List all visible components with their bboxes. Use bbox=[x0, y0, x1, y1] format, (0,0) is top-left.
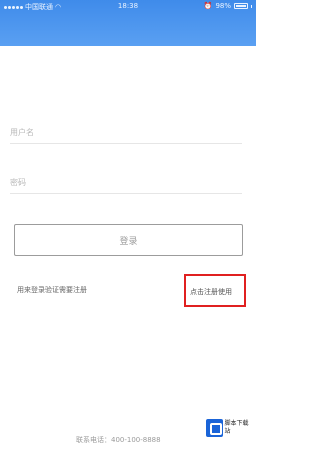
battery-icon bbox=[234, 3, 248, 9]
top-header-bar: 中国联通 ◠ 18:38 ⏰ 98% bbox=[0, 0, 256, 46]
status-bar: 中国联通 ◠ 18:38 ⏰ 98% bbox=[0, 0, 256, 14]
status-right: ⏰ 98% bbox=[204, 2, 252, 10]
watermark-text: 脚本下载站 bbox=[224, 420, 249, 435]
username-input[interactable] bbox=[10, 121, 242, 144]
battery-tip bbox=[251, 4, 252, 8]
password-input[interactable] bbox=[10, 171, 242, 194]
register-link[interactable]: 点击注册使用 bbox=[190, 287, 232, 297]
alarm-icon: ⏰ bbox=[203, 2, 213, 10]
username-field[interactable] bbox=[10, 120, 242, 144]
battery-percent: 98% bbox=[215, 2, 231, 10]
watermark: 脚本下载站 bbox=[204, 416, 254, 440]
register-prompt: 用来登录验证需要注册 bbox=[17, 286, 87, 294]
watermark-logo-icon bbox=[206, 419, 223, 437]
register-highlight-box: 点击注册使用 bbox=[184, 274, 246, 307]
footer-phone: 联系电话：400-100-8888 bbox=[76, 436, 161, 444]
login-button[interactable]: 登录 bbox=[14, 224, 243, 256]
password-field[interactable] bbox=[10, 170, 242, 194]
